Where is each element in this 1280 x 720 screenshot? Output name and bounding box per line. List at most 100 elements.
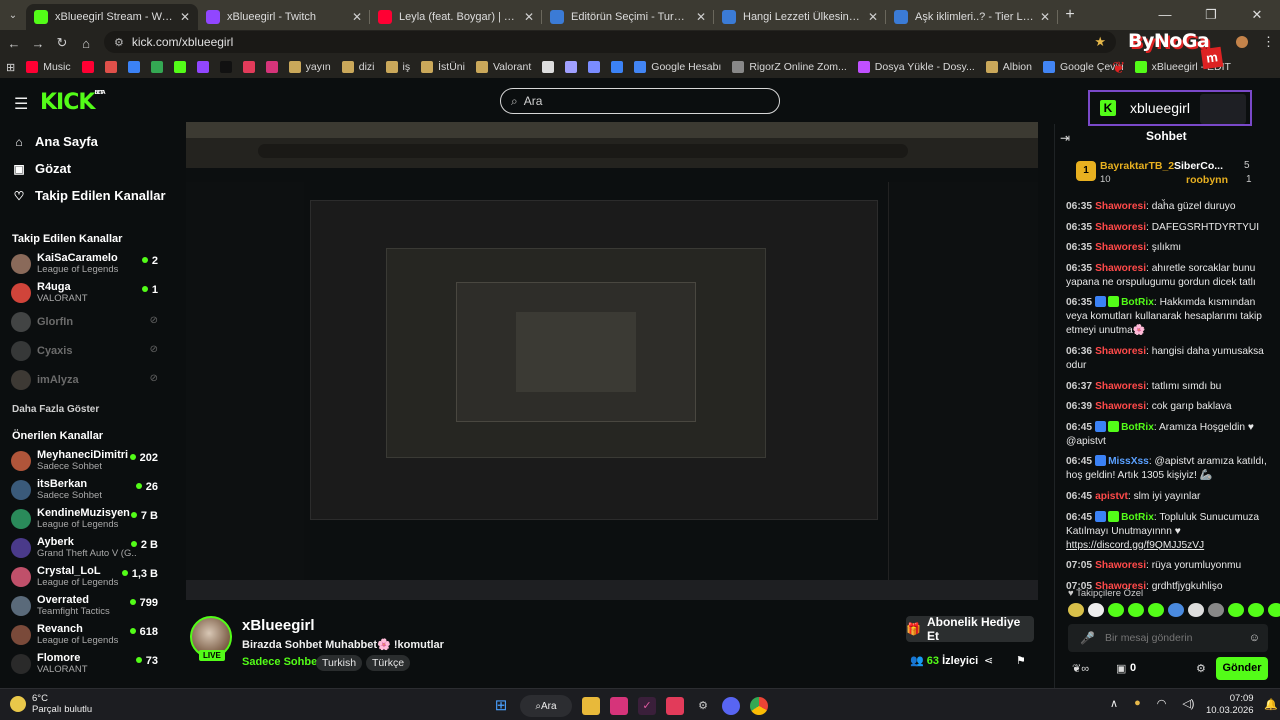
emote-icon[interactable]: [1108, 603, 1124, 617]
bookmark-item[interactable]: Music: [26, 61, 71, 73]
tag-turkce[interactable]: Türkçe: [366, 655, 411, 671]
show-more-link[interactable]: Daha Fazla Göster: [0, 400, 168, 420]
recommended-channel[interactable]: Flomore VALORANT 73: [0, 649, 168, 678]
browser-tab[interactable]: xBlueegirl - Twitch ✕: [198, 4, 370, 30]
send-button[interactable]: Gönder: [1216, 657, 1268, 680]
tray-expand-icon[interactable]: ∧: [1110, 697, 1118, 710]
emote-icon[interactable]: [1188, 603, 1204, 617]
message-username[interactable]: BotRix: [1121, 297, 1154, 308]
chat-message-field[interactable]: [1104, 632, 1245, 644]
more-options-icon[interactable]: ⚑: [1016, 654, 1026, 667]
back-icon[interactable]: ←: [2, 36, 26, 51]
tag-turkish[interactable]: Turkish: [316, 655, 363, 671]
message-username[interactable]: apistvt: [1095, 491, 1128, 502]
chrome-icon[interactable]: [750, 697, 768, 715]
emote-icon[interactable]: [1148, 603, 1164, 617]
message-username[interactable]: Shaworesi: [1095, 381, 1146, 392]
bookmark-item[interactable]: dizi: [341, 61, 375, 73]
forward-icon[interactable]: →: [26, 36, 50, 51]
bookmark-item[interactable]: [265, 61, 283, 73]
recommended-channel[interactable]: Ayberk Grand Theft Auto V (G... 2 B: [0, 533, 168, 562]
channel-name[interactable]: xBlueegirl: [242, 617, 315, 634]
message-username[interactable]: MissXss: [1108, 456, 1149, 467]
collapse-chat-icon[interactable]: ⇥: [1060, 131, 1070, 145]
bookmark-item[interactable]: yayın: [288, 61, 331, 73]
gift-chat-icon[interactable]: ❦∞: [1072, 662, 1089, 675]
system-clock[interactable]: 07:09 10.03.2026: [1206, 693, 1254, 717]
message-username[interactable]: Shaworesi: [1095, 401, 1146, 412]
message-username[interactable]: BotRix: [1121, 512, 1154, 523]
message-username[interactable]: BotRix: [1121, 422, 1154, 433]
bookmark-item[interactable]: [542, 61, 559, 73]
bookmark-item[interactable]: [150, 61, 168, 73]
emote-icon[interactable]: [1248, 603, 1264, 617]
bookmark-item[interactable]: [104, 61, 122, 73]
app-icon[interactable]: ✓: [638, 697, 656, 715]
message-link[interactable]: https://discord.gg/f9QMJJ5zVJ: [1066, 540, 1204, 551]
app-icon[interactable]: [666, 697, 684, 715]
message-username[interactable]: Shaworesi: [1095, 346, 1146, 357]
recommended-channel[interactable]: Revanch League of Legends 618: [0, 620, 168, 649]
close-window-icon[interactable]: ✕: [1234, 0, 1280, 30]
apps-icon[interactable]: ⊞: [6, 61, 15, 74]
kick-logo[interactable]: KICKBETA: [40, 90, 106, 115]
recommended-channel[interactable]: Crystal_LoL League of Legends 1,3 B: [0, 562, 168, 591]
notification-icon[interactable]: 🔔: [1264, 698, 1278, 711]
profile-avatar[interactable]: [1236, 36, 1248, 48]
tab-close-icon[interactable]: ✕: [868, 10, 878, 24]
emoji-picker-icon[interactable]: ☺: [1249, 632, 1260, 644]
discord-icon[interactable]: [722, 697, 740, 715]
sidebar-nav-item[interactable]: ♡ Takip Edilen Kanallar: [0, 182, 168, 209]
message-username[interactable]: Shaworesi: [1095, 242, 1146, 253]
instagram-icon[interactable]: [610, 697, 628, 715]
tab-close-icon[interactable]: ✕: [524, 10, 534, 24]
browser-tab[interactable]: Leyla (feat. Boygar) | YouTub ✕: [370, 4, 542, 30]
chat-settings-icon[interactable]: ⚙: [1196, 662, 1206, 675]
bookmark-item[interactable]: [565, 61, 582, 73]
bookmark-item[interactable]: [588, 61, 605, 73]
emote-icon[interactable]: [1088, 603, 1104, 617]
tab-close-icon[interactable]: ✕: [696, 10, 706, 24]
browser-tab[interactable]: Hangi Lezzeti Ülkesinde Denem ✕: [714, 4, 886, 30]
mic-icon[interactable]: 🎤: [1080, 631, 1095, 645]
emote-icon[interactable]: [1208, 603, 1224, 617]
recommended-channel[interactable]: itsBerkan Sadece Sohbet 26: [0, 475, 168, 504]
browser-tab[interactable]: Aşk iklimleri..? - Tier List | Kör ✕: [886, 4, 1058, 30]
weather-widget[interactable]: 6°C Parçalı bulutlu: [10, 693, 92, 715]
message-username[interactable]: Shaworesi: [1095, 560, 1146, 571]
tab-close-icon[interactable]: ✕: [180, 10, 190, 24]
message-username[interactable]: Shaworesi: [1095, 201, 1146, 212]
chat-input[interactable]: 🎤 ☺: [1068, 624, 1268, 652]
bookmark-item[interactable]: [127, 61, 145, 73]
tab-close-icon[interactable]: ✕: [352, 10, 362, 24]
message-username[interactable]: Shaworesi: [1095, 222, 1146, 233]
sidebar-nav-item[interactable]: ▣ Gözat: [0, 155, 168, 182]
emote-icon[interactable]: [1068, 603, 1084, 617]
site-settings-icon[interactable]: ⚙: [114, 36, 124, 49]
emote-icon[interactable]: [1228, 603, 1244, 617]
third-gifter-name[interactable]: roobynn: [1186, 174, 1228, 186]
share-icon[interactable]: ⋖: [984, 654, 993, 667]
bookmark-star-icon[interactable]: ★: [1094, 34, 1106, 50]
home-icon[interactable]: ⌂: [74, 36, 98, 51]
followed-channel[interactable]: KaiSaCaramelo League of Legends 2: [0, 249, 168, 278]
steam-icon[interactable]: ⚙: [694, 697, 712, 715]
emote-icon[interactable]: [1168, 603, 1184, 617]
points-icon[interactable]: ▣: [1116, 662, 1126, 675]
followed-channel[interactable]: imAlyza ⊘: [0, 365, 168, 394]
second-gifter-name[interactable]: SiberCo...: [1174, 160, 1223, 172]
tab-close-icon[interactable]: ✕: [1040, 10, 1050, 24]
wifi-icon[interactable]: ◠: [1157, 697, 1167, 710]
bookmark-item[interactable]: [173, 61, 191, 73]
recommended-channel[interactable]: KendineMuzisyen League of Legends 7 B: [0, 504, 168, 533]
bookmark-item[interactable]: [196, 61, 214, 73]
sidebar-nav-item[interactable]: ⌂ Ana Sayfa: [0, 128, 168, 155]
search-input[interactable]: ⌕ Ara: [500, 88, 780, 114]
address-bar[interactable]: ⚙ kick.com/xblueegirl ★: [104, 31, 1116, 53]
bookmark-item[interactable]: [242, 61, 260, 73]
emote-icon[interactable]: [1128, 603, 1144, 617]
bookmark-item[interactable]: [81, 61, 99, 73]
browser-tab[interactable]: xBlueegirl Stream - Watch Live ✕: [26, 4, 198, 30]
followed-channel[interactable]: Cyaxis ⊘: [0, 336, 168, 365]
reload-icon[interactable]: ↻: [50, 35, 74, 51]
